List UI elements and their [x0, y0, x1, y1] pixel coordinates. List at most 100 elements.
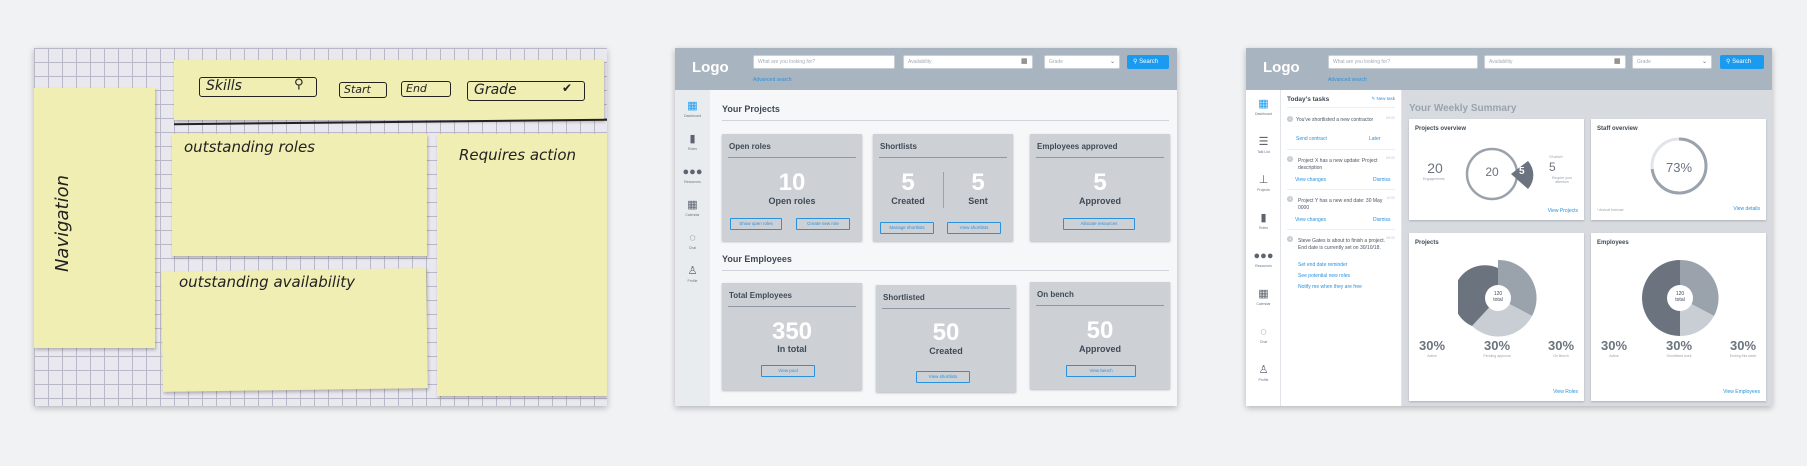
show-open-roles-button[interactable]: Show open roles: [730, 218, 782, 230]
availability-field[interactable]: Availability ▦: [903, 55, 1033, 69]
sidebar-item-projects[interactable]: ⊥ Projects: [1246, 174, 1281, 192]
search-input[interactable]: What are you looking for?: [753, 55, 895, 69]
dismiss-link[interactable]: Dismiss: [1373, 177, 1391, 183]
view-details-link[interactable]: View details: [1733, 206, 1760, 212]
employees-approved-label: Approved: [1078, 196, 1121, 206]
sidebar-item-label: Profile: [1258, 378, 1269, 382]
search-icon: ⚲: [1726, 59, 1731, 65]
sidebar-item-label: Projects: [1257, 188, 1270, 192]
logo[interactable]: Logo: [692, 59, 729, 76]
task-number: 1: [1287, 116, 1293, 122]
advanced-search-link[interactable]: Advanced search: [753, 77, 792, 83]
later-link[interactable]: Later: [1369, 136, 1380, 142]
availability-field[interactable]: Availability ▦: [1484, 55, 1626, 69]
sidebar-item-profile[interactable]: ♙ Profile: [1246, 364, 1281, 382]
total-employees-card: Total Employees 350 In total View pool: [722, 283, 862, 390]
sidebar-item-dashboard[interactable]: ▦ Dashboard: [675, 100, 710, 118]
grade-placeholder: Grade: [1049, 59, 1063, 65]
send-contract-link[interactable]: Send contract: [1296, 136, 1327, 142]
calendar-icon: ▦: [1258, 288, 1269, 300]
sidebar-item-resources[interactable]: ●●● Resources: [1246, 250, 1281, 268]
on-bench-label: Approved: [1078, 344, 1121, 354]
employees-ending-label: Ending this week: [1729, 354, 1757, 358]
dismiss-link[interactable]: Dismiss: [1373, 217, 1391, 223]
employees-shortlisted-value: 30%: [1665, 338, 1693, 353]
advanced-search-link[interactable]: Advanced search: [1328, 77, 1367, 83]
shortlists-card: Shortlists 5 Created 5 Sent Manage short…: [873, 134, 1013, 241]
card-title: Projects overview: [1415, 126, 1467, 132]
task-number: 4: [1287, 236, 1293, 242]
card-title: Employees approved: [1037, 142, 1118, 151]
edit-icon: ✎: [1371, 96, 1376, 101]
sidebar-item-talk-list[interactable]: ☰ Talk List: [1246, 136, 1281, 154]
chevron-down-icon: ⌄: [1701, 59, 1707, 65]
open-roles-label: Open roles: [768, 196, 816, 206]
view-shortlists-button[interactable]: View shortlists: [916, 371, 970, 383]
sidebar-item-chat[interactable]: ◌ Chat: [1246, 326, 1281, 344]
view-roles-link[interactable]: View Roles: [1553, 389, 1578, 395]
allocate-resources-button[interactable]: Allocate resources: [1063, 218, 1135, 230]
view-projects-link[interactable]: View Projects: [1548, 208, 1578, 214]
top-bar: Logo What are you looking for? Availabil…: [1246, 48, 1772, 90]
task-text: Project Y has a new end date: 30 May 000…: [1298, 198, 1383, 211]
create-new-role-button[interactable]: Create new role: [796, 218, 850, 230]
sidebar-item-profile[interactable]: ♙ Profile: [675, 265, 710, 283]
availability-placeholder: Availability: [908, 59, 932, 65]
search-button-label: Search: [1732, 59, 1752, 65]
needs-attention-label: Require your attention: [1551, 176, 1573, 184]
view-employees-link[interactable]: View Employees: [1723, 389, 1760, 395]
sidebar-item-dashboard[interactable]: ▦ Dashboard: [1246, 98, 1281, 116]
view-bench-button[interactable]: View bench: [1066, 365, 1136, 377]
card-title: Staff overview: [1597, 126, 1638, 132]
needs-attention-value: 5: [1549, 160, 1556, 174]
shortlists-created-label: Created: [891, 196, 925, 206]
grade-select[interactable]: Grade ⌄: [1632, 55, 1712, 69]
projects-pending-label: Pending approval: [1483, 354, 1511, 358]
sidebar-item-roles[interactable]: ▮ Roles: [1246, 212, 1281, 230]
sidebar-item-chat[interactable]: ◌ Chat: [675, 232, 710, 250]
shortlists-sent-label: Sent: [968, 196, 988, 206]
document-icon: ▮: [1260, 212, 1267, 224]
projects-active-label: Active: [1427, 354, 1437, 358]
manage-shortlists-button[interactable]: Manage shortlists: [880, 222, 934, 234]
projects-total-value: 20: [1485, 165, 1499, 179]
view-changes-link[interactable]: View changes: [1295, 217, 1326, 223]
search-button[interactable]: ⚲ Search: [1127, 55, 1169, 69]
skills-label: Skills: [206, 78, 242, 94]
employees-approved-value: 5: [1093, 169, 1107, 196]
calendar-icon: ▦: [1614, 58, 1621, 65]
grade-select[interactable]: Grade ⌄: [1044, 55, 1120, 69]
sidebar-item-roles[interactable]: ▮ Roles: [675, 133, 710, 151]
search-input[interactable]: What are you looking for?: [1328, 55, 1478, 69]
new-task-button[interactable]: ✎ New task: [1371, 96, 1395, 102]
sidebar-item-calendar[interactable]: ▦ Calendar: [675, 199, 710, 217]
projects-donut-center-label: total: [1493, 297, 1503, 303]
weekly-summary-title: Your Weekly Summary: [1409, 103, 1517, 114]
see-potential-new-roles-link[interactable]: See potential new roles: [1298, 273, 1350, 279]
sidebar-item-label: Calendar: [1256, 302, 1271, 306]
view-shortlists-button[interactable]: View shortlists: [947, 222, 1001, 234]
logo[interactable]: Logo: [1263, 59, 1300, 76]
projects-bench-value: 30%: [1547, 338, 1575, 353]
shortlisted-label: Created: [929, 346, 963, 356]
task-divider: [1287, 229, 1395, 230]
employees-card: Employees 120 total 30% Active 30% Short…: [1591, 233, 1766, 401]
tasks-divider: [1287, 107, 1395, 108]
set-end-date-reminder-link[interactable]: Set end date reminder: [1298, 262, 1347, 268]
engagements-value: 20: [1427, 160, 1443, 176]
calendar-icon: ▦: [687, 199, 698, 211]
sidebar-item-label: Chat: [1259, 340, 1268, 344]
notify-me-link[interactable]: Notify me when they are free: [1298, 284, 1362, 290]
employees-active-value: 30%: [1600, 338, 1628, 353]
employees-active-label: Active: [1609, 354, 1619, 358]
sidebar-item-calendar[interactable]: ▦ Calendar: [1246, 288, 1281, 306]
people-icon: ●●●: [682, 166, 703, 178]
view-changes-link[interactable]: View changes: [1295, 177, 1326, 183]
user-icon: ♙: [1258, 364, 1269, 376]
open-roles-value: 10: [778, 169, 806, 196]
sidebar-item-resources[interactable]: ●●● Resources: [675, 166, 710, 184]
view-pool-button[interactable]: View pool: [761, 365, 815, 377]
search-button[interactable]: ⚲ Search: [1720, 55, 1764, 69]
engagements-label: Engagements: [1423, 177, 1445, 181]
employees-approved-card: Employees approved 5 Approved Allocate r…: [1030, 134, 1170, 241]
